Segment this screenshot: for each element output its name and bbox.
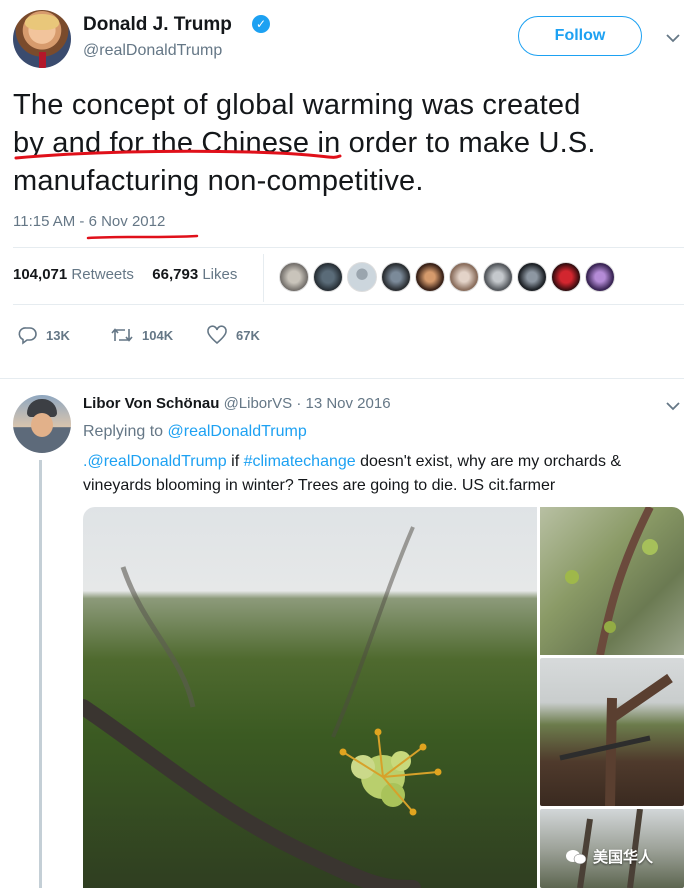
reply-action[interactable]: 13K — [18, 325, 70, 345]
reply-text-segment: if — [226, 453, 244, 470]
wechat-icon — [566, 849, 587, 864]
reply-text: .@realDonaldTrump if #climatechange does… — [83, 450, 673, 498]
divider — [13, 304, 684, 305]
reply-header: Libor Von Schönau @LiborVS · 13 Nov 2016 — [83, 395, 391, 412]
like-count: 67K — [236, 327, 260, 343]
heart-icon — [207, 325, 227, 345]
reply-photo-buds[interactable] — [540, 507, 684, 655]
reply-handle-date[interactable]: @LiborVS · 13 Nov 2016 — [224, 395, 391, 412]
retweet-count: 104K — [142, 327, 174, 343]
divider — [263, 254, 264, 302]
liker-avatar[interactable] — [483, 262, 513, 292]
retweets-count[interactable]: 104,071 — [13, 266, 67, 283]
retweets-label[interactable]: Retweets — [71, 266, 134, 283]
liker-avatar[interactable] — [347, 262, 377, 292]
liker-avatar[interactable] — [517, 262, 547, 292]
liker-avatar[interactable] — [415, 262, 445, 292]
replying-prefix: Replying to — [83, 423, 164, 440]
liker-avatar[interactable] — [279, 262, 309, 292]
liker-avatar[interactable] — [551, 262, 581, 292]
likers-avatars — [279, 262, 615, 292]
reply-count: 13K — [46, 327, 70, 343]
divider — [0, 378, 684, 379]
reply-author-avatar[interactable] — [13, 395, 71, 453]
replying-to: Replying to @realDonaldTrump — [83, 423, 307, 441]
divider — [13, 247, 684, 248]
liker-avatar[interactable] — [449, 262, 479, 292]
replying-to-link[interactable]: @realDonaldTrump — [168, 423, 307, 440]
reply-author-name[interactable]: Libor Von Schönau — [83, 395, 219, 412]
liker-avatar[interactable] — [381, 262, 411, 292]
hashtag-link[interactable]: #climatechange — [244, 453, 356, 470]
watermark-label: 美国华人 — [593, 849, 654, 866]
like-action[interactable]: 67K — [206, 325, 260, 345]
reply-icon — [18, 327, 37, 345]
liker-avatar[interactable] — [313, 262, 343, 292]
reply-photo-blossom[interactable] — [83, 507, 537, 888]
mention-link[interactable]: .@realDonaldTrump — [83, 453, 227, 470]
reply-text-segment: doesn't exist, why are my orchards & — [355, 453, 622, 470]
watermark: 美国华人 — [565, 846, 653, 867]
tweet-timestamp[interactable]: 11:15 AM - 6 Nov 2012 — [13, 213, 165, 230]
chevron-down-icon[interactable] — [666, 398, 680, 414]
reply-text-line: vineyards blooming in winter? Trees are … — [83, 477, 556, 494]
likes-label[interactable]: Likes — [202, 266, 237, 283]
retweet-icon — [111, 328, 133, 342]
liker-avatar[interactable] — [585, 262, 615, 292]
reply-photo-trunk[interactable] — [540, 658, 684, 806]
engagement-stats: 104,071 Retweets 66,793 Likes — [13, 266, 237, 283]
retweet-action[interactable]: 104K — [110, 325, 173, 345]
thread-line — [39, 460, 42, 888]
likes-count[interactable]: 66,793 — [152, 266, 198, 283]
